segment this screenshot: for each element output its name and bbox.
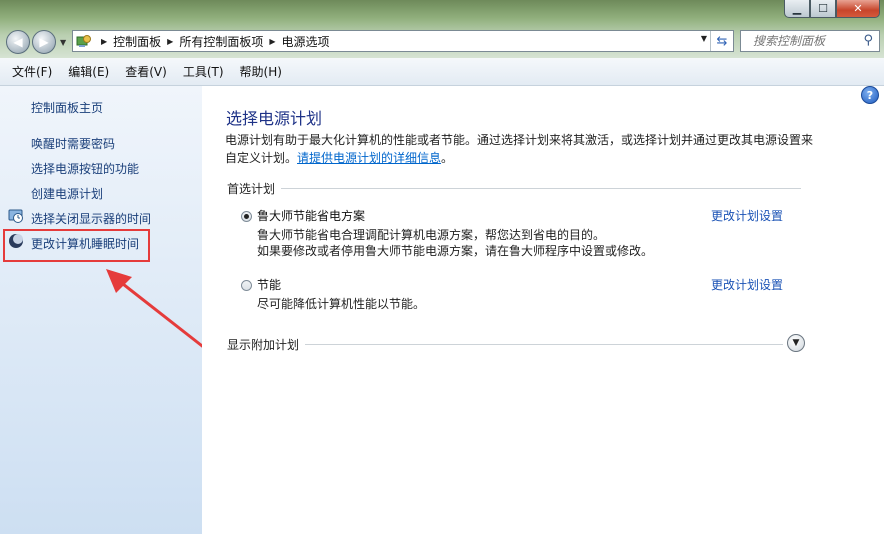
group-divider [305, 344, 784, 345]
change-plan-settings-link-power-saver[interactable]: 更改计划设置 [711, 276, 783, 293]
chevron-down-icon: ▼ [792, 338, 800, 348]
history-dropdown-icon[interactable]: ▼ [60, 38, 66, 47]
plan-name-ludashi[interactable]: 鲁大师节能省电方案 [257, 207, 365, 224]
main-content: ? 选择电源计划 电源计划有助于最大化计算机的性能或者节能。通过选择计划来将其激… [202, 86, 884, 534]
preferred-plans-label: 首选计划 [227, 182, 276, 196]
breadcrumb: ▶ 控制面板 ▶ 所有控制面板项 ▶ 电源选项 [95, 33, 330, 50]
plan-name-power-saver[interactable]: 节能 [257, 276, 281, 293]
address-dropdown-icon[interactable]: ▼ [701, 34, 707, 43]
plan-desc-power-saver: 尽可能降低计算机性能以节能。 [257, 297, 426, 311]
menu-file[interactable]: 文件(F) [6, 63, 58, 80]
preferred-plans-group: 首选计划 [227, 180, 802, 197]
menu-bar: 文件(F) 编辑(E) 查看(V) 工具(T) 帮助(H) [0, 58, 884, 86]
window-controls: ▁ ☐ ✕ [784, 0, 880, 18]
plan-desc-ludashi-2: 如果要修改或者停用鲁大师节能电源方案，请在鲁大师程序中设置或修改。 [257, 244, 654, 258]
menu-help[interactable]: 帮助(H) [234, 63, 288, 80]
menu-edit[interactable]: 编辑(E) [62, 63, 115, 80]
change-plan-settings-link-ludashi[interactable]: 更改计划设置 [711, 207, 783, 224]
plan-details-link[interactable]: 请提供电源计划的详细信息 [297, 151, 441, 165]
menu-tools[interactable]: 工具(T) [177, 63, 230, 80]
help-icon[interactable]: ? [861, 86, 879, 104]
sidebar-item-create-plan[interactable]: 创建电源计划 [31, 185, 103, 202]
search-icon[interactable]: ⚲ [863, 33, 873, 48]
description-end: 。 [441, 151, 454, 165]
breadcrumb-separator-icon[interactable]: ▶ [269, 37, 275, 46]
annotation-highlight-box [3, 229, 150, 262]
breadcrumb-item-all-items[interactable]: 所有控制面板项 [179, 33, 263, 50]
menu-view[interactable]: 查看(V) [119, 63, 173, 80]
refresh-icon: ⇆ [716, 33, 728, 49]
address-bar[interactable]: ▶ 控制面板 ▶ 所有控制面板项 ▶ 电源选项 ▼ ⇆ [72, 30, 734, 52]
close-button[interactable]: ✕ [836, 0, 880, 18]
control-panel-icon [73, 33, 95, 49]
search-box[interactable]: ⚲ [740, 30, 880, 52]
breadcrumb-separator-icon: ▶ [101, 36, 108, 46]
sidebar-home-link[interactable]: 控制面板主页 [31, 99, 103, 116]
additional-plans-group[interactable]: 显示附加计划 [227, 336, 784, 353]
search-input[interactable] [751, 33, 861, 49]
annotation-arrow-icon [106, 269, 207, 351]
minimize-button[interactable]: ▁ [784, 0, 810, 18]
page-description: 电源计划有助于最大化计算机的性能或者节能。通过选择计划来将其激活，或选择计划并通… [225, 131, 815, 167]
maximize-button[interactable]: ☐ [810, 0, 836, 18]
forward-button[interactable]: ▶ [32, 30, 56, 54]
plan-desc-ludashi-1: 鲁大师节能省电合理调配计算机电源方案，帮您达到省电的目的。 [257, 228, 606, 242]
clock-monitor-icon [8, 208, 24, 224]
sidebar-item-power-button[interactable]: 选择电源按钮的功能 [31, 160, 139, 177]
breadcrumb-separator-icon[interactable]: ▶ [167, 37, 173, 46]
additional-plans-label[interactable]: 显示附加计划 [227, 336, 299, 353]
arrow-right-icon: ▶ [39, 35, 49, 49]
page-title: 选择电源计划 [226, 109, 323, 128]
plan-radio-ludashi[interactable] [241, 211, 252, 222]
group-divider [281, 188, 802, 189]
arrow-left-icon: ◀ [13, 35, 23, 49]
breadcrumb-item-control-panel[interactable]: 控制面板 [113, 33, 161, 50]
expand-additional-plans-button[interactable]: ▼ [787, 334, 805, 352]
refresh-button[interactable]: ⇆ [710, 31, 733, 51]
sidebar-item-wake-password[interactable]: 唤醒时需要密码 [31, 135, 115, 152]
back-button[interactable]: ◀ [6, 30, 30, 54]
sidebar-item-display-off-time[interactable]: 选择关闭显示器的时间 [31, 210, 151, 227]
breadcrumb-item-power-options[interactable]: 电源选项 [282, 33, 330, 50]
window-titlebar: ▁ ☐ ✕ ◀ ▶ ▼ ▶ 控制面板 ▶ 所有控制面板项 ▶ 电源选项 ▼ ⇆ … [0, 0, 884, 58]
plan-radio-power-saver[interactable] [241, 280, 252, 291]
